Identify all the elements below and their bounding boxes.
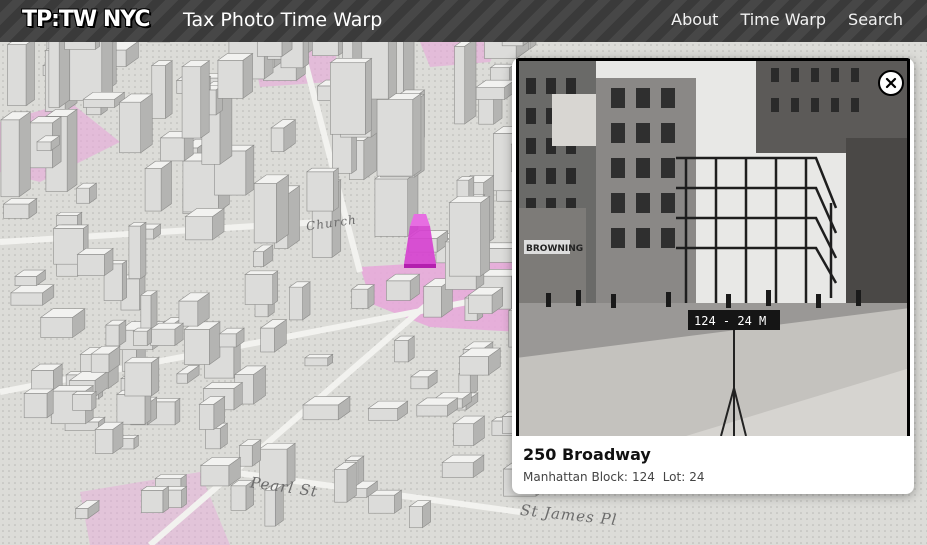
- map-building: [458, 347, 502, 376]
- map-building: [150, 60, 174, 120]
- map-building: [350, 284, 376, 309]
- map-building: [385, 273, 421, 301]
- map-building: [48, 42, 70, 109]
- map-building: [238, 439, 262, 467]
- map-building: [467, 286, 504, 315]
- map-building: [39, 308, 86, 339]
- map-building: [475, 79, 516, 101]
- map-building: [199, 456, 242, 487]
- map-building: [82, 91, 126, 109]
- map-building: [302, 395, 351, 421]
- map-building: [393, 335, 416, 363]
- map-building: [452, 415, 486, 447]
- lot-label: Lot:: [662, 470, 686, 484]
- map-building: [118, 93, 154, 154]
- map-building: [367, 489, 403, 514]
- map-building: [329, 57, 373, 135]
- map-building: [144, 160, 173, 212]
- map-building: [244, 270, 279, 306]
- map-building: [218, 327, 246, 348]
- map-building: [2, 197, 38, 219]
- map-building: [23, 388, 55, 419]
- map-building: [288, 281, 311, 321]
- map-building: [132, 327, 153, 347]
- photo-info: 250 Broadway Manhattan Block: 124 Lot: 24: [523, 444, 904, 486]
- nav-about-link[interactable]: About: [671, 8, 718, 32]
- site-title[interactable]: Tax Photo Time Warp: [183, 8, 382, 32]
- map-building: [183, 321, 221, 366]
- map-building: [139, 290, 158, 333]
- map-building: [140, 485, 170, 514]
- map-building: [306, 167, 340, 212]
- map-building: [216, 52, 254, 99]
- nav-time-warp-link[interactable]: Time Warp: [740, 8, 826, 32]
- historic-photo-image: BROWNING 124 - 24 M: [516, 58, 910, 436]
- site-logo[interactable]: TP:TW NYC: [22, 4, 151, 36]
- map-building: [312, 42, 344, 57]
- map-building: [408, 500, 432, 529]
- map-building: [123, 356, 160, 397]
- map-building: [64, 42, 100, 51]
- close-photo-button[interactable]: [878, 70, 904, 96]
- block-value: 124: [631, 470, 655, 484]
- map-building: [198, 395, 226, 431]
- map-building: [177, 292, 211, 327]
- map-building: [453, 42, 477, 125]
- photo-storefront-text: BROWNING: [526, 244, 583, 254]
- photo-lot-sign-text: 124 - 24 M: [694, 314, 766, 328]
- map-building: [6, 42, 35, 107]
- photo-address: 250 Broadway: [523, 445, 651, 464]
- tax-photo-card: BROWNING 124 - 24 M 250 Broadway Manhatt…: [512, 58, 914, 494]
- map-building: [104, 319, 127, 347]
- map-building: [448, 195, 491, 277]
- map-building: [333, 461, 358, 503]
- lot-value: 24: [689, 470, 705, 484]
- map-building: [376, 93, 422, 177]
- historic-tax-photo[interactable]: BROWNING 124 - 24 M: [516, 58, 910, 436]
- map-building: [76, 247, 114, 277]
- map-building: [304, 353, 334, 367]
- map-building: [441, 454, 485, 479]
- map-building: [181, 60, 211, 139]
- nav-search-link[interactable]: Search: [848, 8, 903, 32]
- map-building: [0, 111, 32, 198]
- map-building: [71, 390, 97, 411]
- map-building: [94, 421, 124, 455]
- map-building: [415, 397, 459, 417]
- top-navigation-bar: TP:TW NYC Tax Photo Time Warp About Time…: [0, 0, 927, 42]
- map-building: [149, 322, 185, 347]
- main-nav: About Time Warp Search: [671, 8, 903, 32]
- map-building: [69, 42, 114, 102]
- map-building: [253, 174, 290, 244]
- map-building: [128, 221, 147, 280]
- close-icon: [885, 77, 897, 89]
- map-building: [367, 400, 409, 421]
- map-building: [184, 207, 225, 241]
- map-building: [75, 182, 98, 204]
- photo-lot-meta: Manhattan Block: 124 Lot: 24: [523, 468, 904, 486]
- block-label: Manhattan Block:: [523, 470, 628, 484]
